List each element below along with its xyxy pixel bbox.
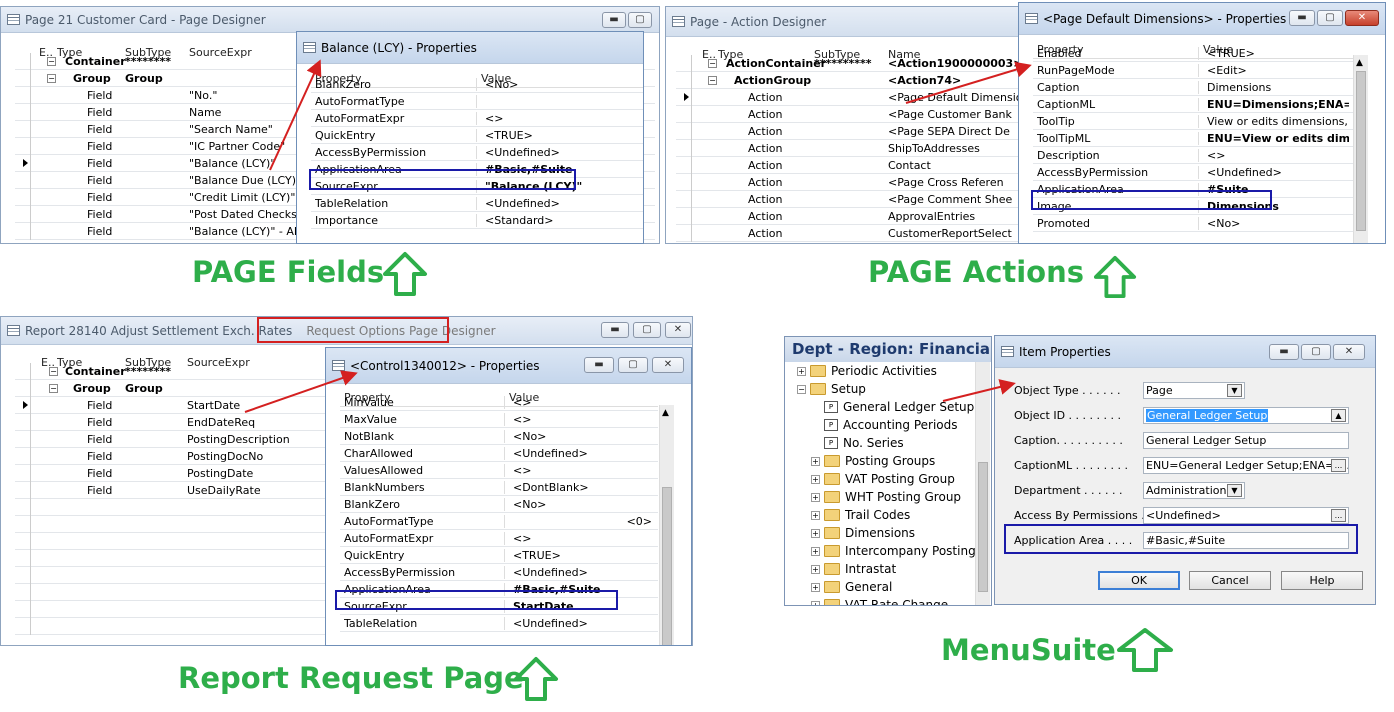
caption-page-fields: PAGE Fields	[192, 255, 384, 289]
caption-menusuite: MenuSuite	[941, 633, 1116, 667]
outline-up-arrow-icon	[1117, 628, 1173, 672]
arrow-report	[244, 370, 358, 413]
caption-page-actions: PAGE Actions	[868, 255, 1084, 289]
arrow-fields	[269, 59, 322, 171]
caption-text: PAGE Actions	[868, 255, 1085, 289]
outline-up-arrow-icon	[514, 657, 558, 701]
arrow-actions	[905, 61, 1032, 104]
caption-text: MenuSuite	[941, 633, 1116, 667]
caption-text: PAGE Fields	[192, 255, 385, 289]
outline-up-arrow-icon	[1093, 255, 1137, 299]
caption-text: Report Request Page	[178, 661, 524, 695]
outline-up-arrow-icon	[383, 252, 427, 296]
caption-report-request-page: Report Request Page	[178, 661, 524, 695]
red-arrows	[244, 59, 1032, 413]
arrow-menusuite	[942, 379, 1016, 402]
